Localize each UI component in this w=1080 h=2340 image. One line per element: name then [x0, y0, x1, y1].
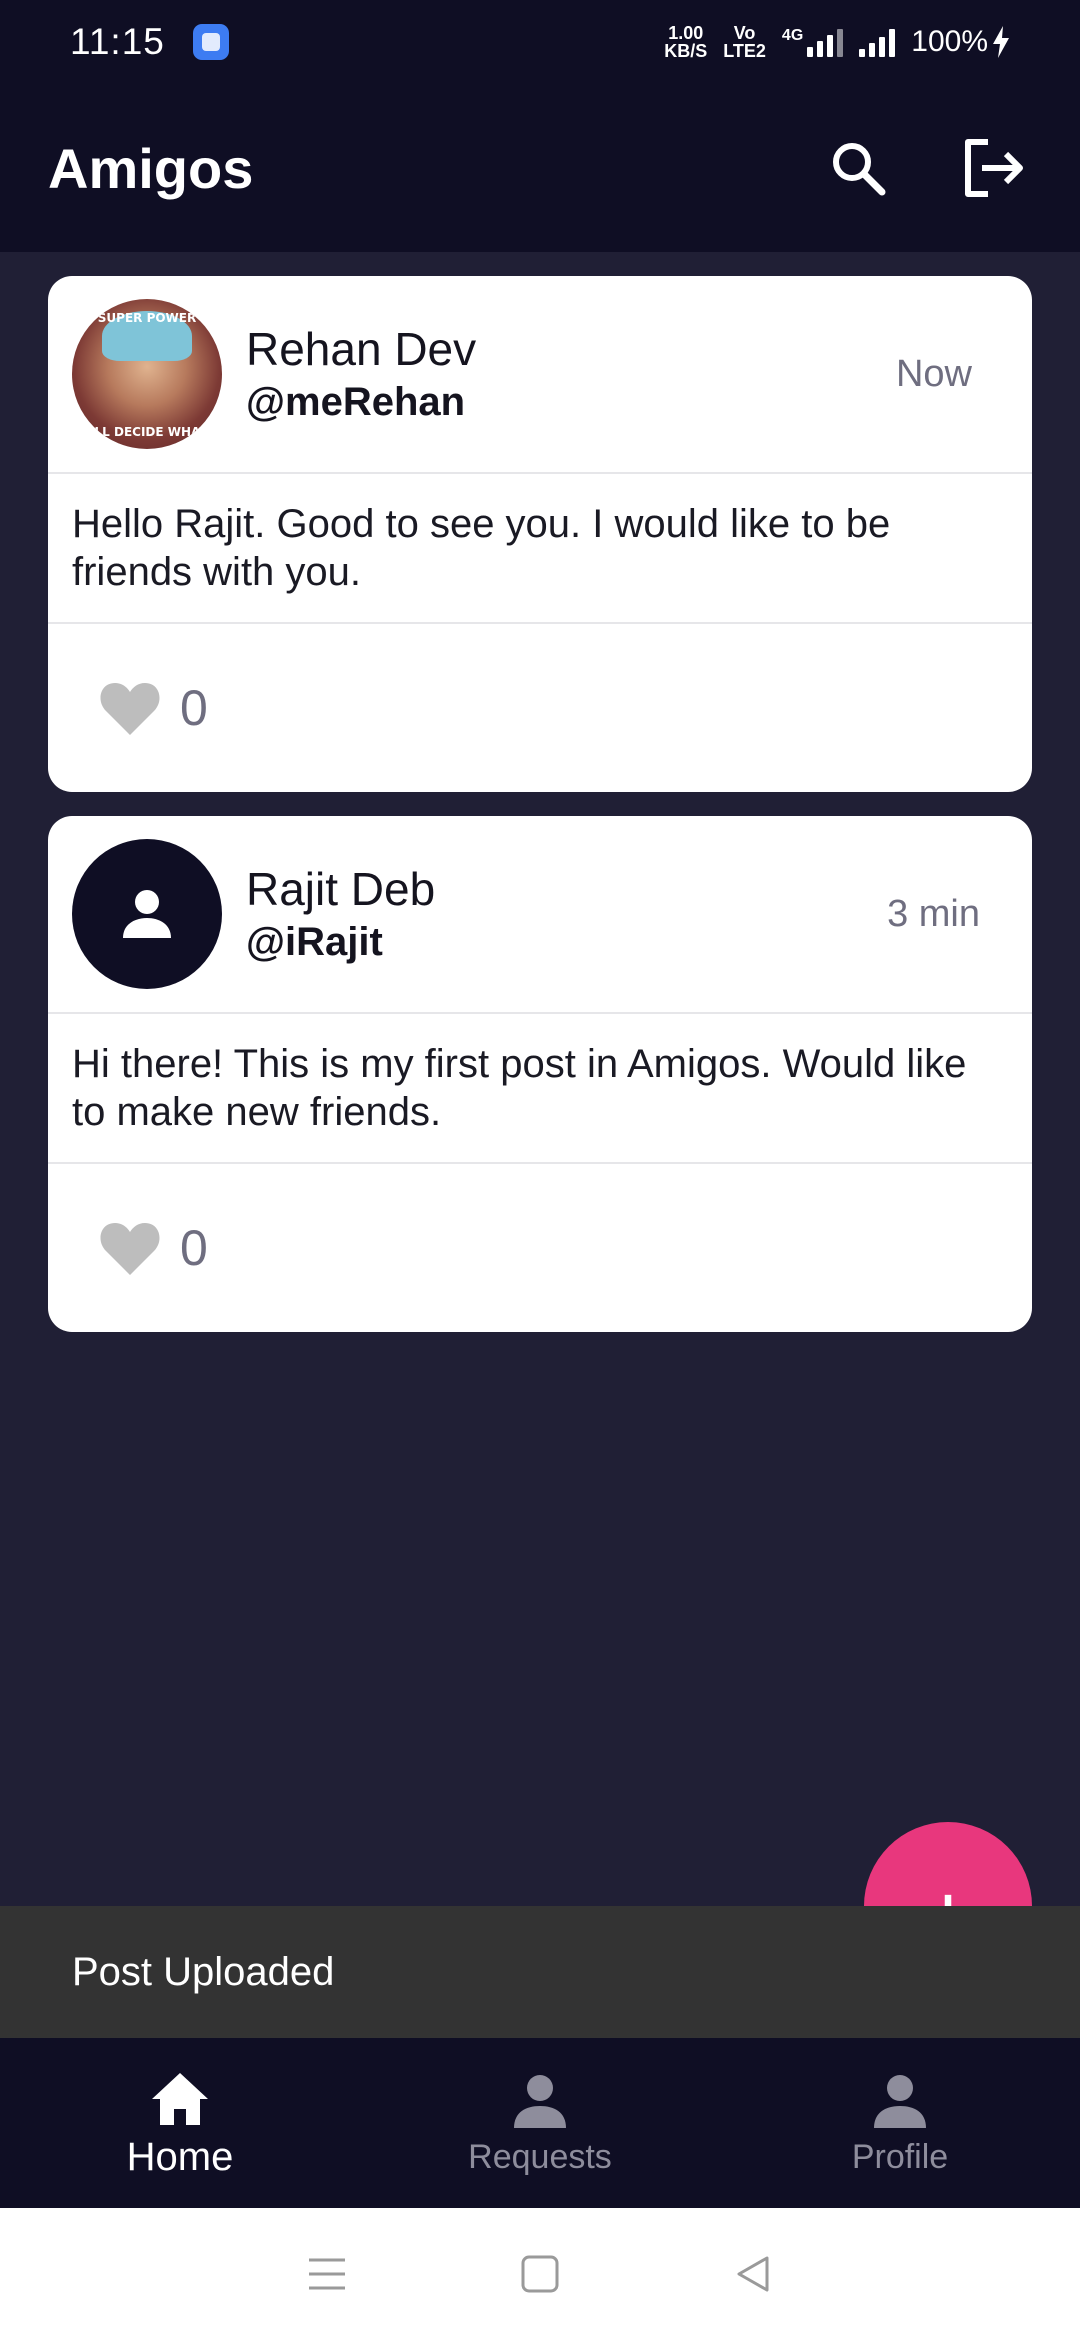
user-info: Rehan Dev @meRehan — [246, 321, 896, 427]
user-name[interactable]: Rajit Deb — [246, 861, 887, 917]
status-indicators: 1.00 KB/S Vo LTE2 4G 100% — [664, 24, 1010, 60]
status-bar: 11:15 1.00 KB/S Vo LTE2 4G 100% — [0, 0, 1080, 84]
network-type: 4G — [781, 27, 804, 44]
post-header: Rajit Deb @iRajit 3 min — [48, 816, 1032, 1014]
network-speed-unit: KB/S — [664, 41, 708, 61]
nav-requests-label: Requests — [468, 2137, 612, 2176]
post-actions: 0 — [48, 1164, 1032, 1332]
like-count: 0 — [180, 1220, 208, 1276]
user-info: Rajit Deb @iRajit — [246, 861, 887, 967]
post-time: Now — [895, 352, 972, 395]
avatar[interactable] — [72, 839, 222, 989]
post-card: SUPER POWER I'LL DECIDE WHAT Rehan Dev @… — [48, 276, 1032, 792]
nav-requests[interactable]: Requests — [360, 2038, 720, 2208]
nav-home[interactable]: Home — [0, 2038, 360, 2208]
back-triangle-icon — [737, 2256, 769, 2292]
snackbar-message: Post Uploaded — [72, 1949, 335, 1994]
avatar-caption-top: SUPER POWER — [97, 311, 197, 325]
user-name[interactable]: Rehan Dev — [246, 321, 896, 377]
recents-button[interactable] — [297, 2244, 357, 2304]
post-header: SUPER POWER I'LL DECIDE WHAT Rehan Dev @… — [48, 276, 1032, 474]
person-icon — [874, 2074, 926, 2128]
post-text: Hi there! This is my first post in Amigo… — [48, 1014, 1032, 1164]
user-handle: @meRehan — [246, 380, 466, 424]
post-actions: 0 — [48, 624, 1032, 792]
volte-indicator: Vo LTE2 — [723, 24, 766, 60]
like-count: 0 — [180, 680, 208, 736]
network-speed-value: 1.00 — [668, 23, 704, 43]
signal-icon: 4G — [781, 27, 844, 57]
home-system-button[interactable] — [510, 2244, 570, 2304]
back-button[interactable] — [723, 2244, 783, 2304]
search-icon — [833, 143, 886, 196]
notification-app-icon — [192, 24, 229, 60]
person-icon — [123, 890, 171, 938]
nav-profile[interactable]: Profile — [720, 2038, 1080, 2208]
battery-indicator: 100% — [911, 25, 1010, 59]
nav-profile-label: Profile — [851, 2137, 949, 2176]
post-card: Rajit Deb @iRajit 3 min Hi there! This i… — [48, 816, 1032, 1332]
square-icon — [521, 2255, 559, 2293]
charging-icon — [993, 26, 1009, 58]
home-icon — [152, 2072, 208, 2125]
battery-percent: 100% — [911, 25, 988, 58]
status-time: 11:15 — [70, 21, 165, 62]
avatar[interactable]: SUPER POWER I'LL DECIDE WHAT — [72, 299, 222, 449]
logout-icon — [965, 139, 1023, 197]
post-feed: SUPER POWER I'LL DECIDE WHAT Rehan Dev @… — [48, 276, 1032, 1356]
nav-home-label: Home — [126, 2134, 234, 2179]
volte-top: Vo — [733, 23, 756, 43]
post-text: Hello Rajit. Good to see you. I would li… — [48, 474, 1032, 624]
volte-bottom: LTE2 — [723, 41, 766, 61]
bottom-navigation: Home Requests Profile — [0, 2038, 1080, 2208]
app-title: Amigos — [48, 136, 254, 200]
app-bar: Amigos — [0, 84, 1080, 252]
menu-icon — [308, 2258, 345, 2290]
heart-icon[interactable] — [98, 1219, 162, 1277]
user-handle: @iRajit — [246, 920, 383, 964]
app-bar-actions — [820, 130, 1032, 206]
network-speed: 1.00 KB/S — [664, 24, 707, 60]
logout-button[interactable] — [956, 130, 1032, 206]
system-navigation-bar — [0, 2208, 1080, 2340]
search-button[interactable] — [820, 130, 896, 206]
person-icon — [514, 2074, 566, 2128]
avatar-caption-bottom: I'LL DECIDE WHAT — [86, 425, 208, 439]
signal-icon-2 — [859, 27, 896, 57]
snackbar: Post Uploaded — [0, 1906, 1080, 2038]
post-time: 3 min — [887, 892, 980, 935]
heart-icon[interactable] — [98, 679, 162, 737]
